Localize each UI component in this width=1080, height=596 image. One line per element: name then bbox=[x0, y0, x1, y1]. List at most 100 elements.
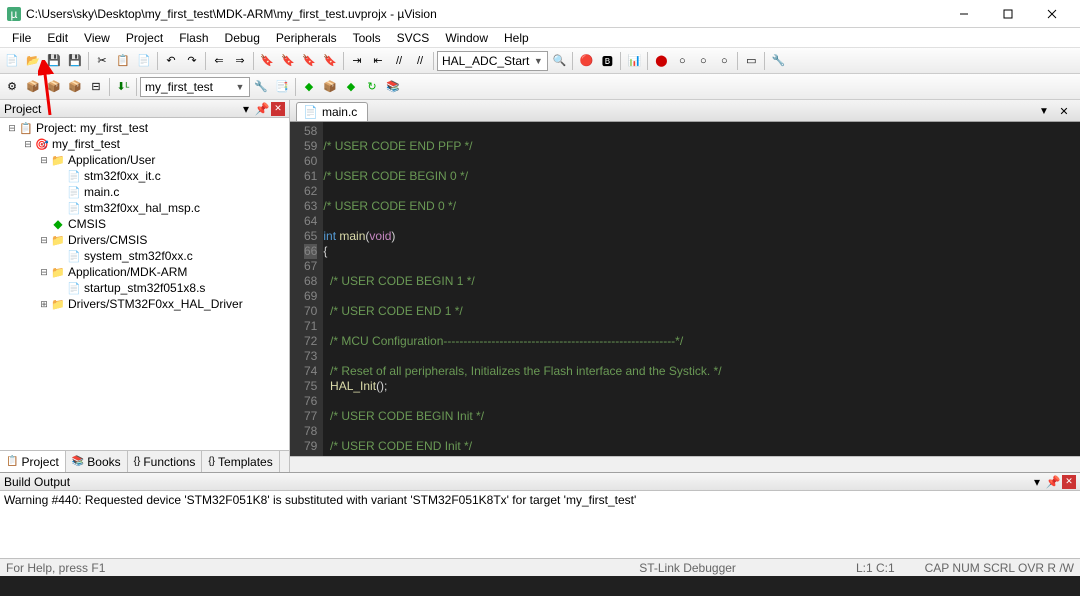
horizontal-scrollbar[interactable] bbox=[290, 456, 1080, 472]
menu-flash[interactable]: Flash bbox=[171, 29, 216, 47]
build-icon[interactable]: 📦 bbox=[23, 77, 43, 97]
menu-window[interactable]: Window bbox=[437, 29, 496, 47]
panel-pin-icon[interactable]: 📌 bbox=[255, 102, 269, 116]
editor-tab-label: main.c bbox=[322, 105, 357, 119]
cut-icon[interactable]: ✂ bbox=[92, 51, 112, 71]
bookmark-clear-icon[interactable]: 🔖 bbox=[320, 51, 340, 71]
open-file-icon[interactable]: 📂 bbox=[23, 51, 43, 71]
menu-peripherals[interactable]: Peripherals bbox=[268, 29, 345, 47]
tree-group[interactable]: ⊞📁Drivers/STM32F0xx_HAL_Driver bbox=[0, 296, 289, 312]
svg-text:µ: µ bbox=[11, 7, 18, 21]
target-combo[interactable]: my_first_test ▼ bbox=[140, 77, 250, 97]
tree-file[interactable]: 📄startup_stm32f051x8.s bbox=[0, 280, 289, 296]
build-output-title: Build Output bbox=[4, 475, 70, 489]
refresh-icon[interactable]: ↻ bbox=[362, 77, 382, 97]
translate-icon[interactable]: ⚙ bbox=[2, 77, 22, 97]
app-icon: µ bbox=[6, 6, 22, 22]
taskbar bbox=[0, 576, 1080, 596]
code-editor[interactable]: 5859606162636465666768697071727374757677… bbox=[290, 122, 1080, 456]
target-options-icon[interactable]: 🔧 bbox=[251, 77, 271, 97]
bottom-tab-templates[interactable]: {}Templates bbox=[202, 451, 279, 472]
download-icon[interactable]: ⬇ᴸ bbox=[113, 77, 133, 97]
find-icon[interactable]: 🔍 bbox=[549, 51, 569, 71]
stop-build-icon[interactable]: ⊟ bbox=[86, 77, 106, 97]
editor-tab-mainc[interactable]: 📄 main.c bbox=[296, 102, 368, 121]
editor-menu-icon[interactable]: ▼ bbox=[1034, 101, 1054, 121]
menu-help[interactable]: Help bbox=[496, 29, 537, 47]
copy-icon[interactable]: 📋 bbox=[113, 51, 133, 71]
save-all-icon[interactable]: 💾 bbox=[65, 51, 85, 71]
maximize-button[interactable] bbox=[986, 0, 1030, 28]
tree-file[interactable]: 📄stm32f0xx_it.c bbox=[0, 168, 289, 184]
debug-icon[interactable]: 🔴 bbox=[576, 51, 596, 71]
tree-group[interactable]: ⊟📁Drivers/CMSIS bbox=[0, 232, 289, 248]
bookmark-next-icon[interactable]: 🔖 bbox=[299, 51, 319, 71]
nav-fwd-icon[interactable]: ⇒ bbox=[230, 51, 250, 71]
nav-back-icon[interactable]: ⇐ bbox=[209, 51, 229, 71]
menu-project[interactable]: Project bbox=[118, 29, 171, 47]
tree-project-root[interactable]: ⊟📋Project: my_first_test bbox=[0, 120, 289, 136]
new-file-icon[interactable]: 📄 bbox=[2, 51, 22, 71]
toolbar-main: 📄 📂 💾 💾 ✂ 📋 📄 ↶ ↷ ⇐ ⇒ 🔖 🔖 🔖 🔖 ⇥ ⇤ // // … bbox=[0, 48, 1080, 74]
config-icon[interactable]: 🔧 bbox=[768, 51, 788, 71]
build-output-panel: Build Output ▾ 📌 ✕ Warning #440: Request… bbox=[0, 472, 1080, 551]
editor-close-icon[interactable]: ✕ bbox=[1054, 101, 1074, 121]
tree-target[interactable]: ⊟🎯my_first_test bbox=[0, 136, 289, 152]
menu-tools[interactable]: Tools bbox=[345, 29, 389, 47]
stop-record-icon[interactable]: ○ bbox=[672, 51, 692, 71]
tree-file[interactable]: 📄system_stm32f0xx.c bbox=[0, 248, 289, 264]
select-pack-icon[interactable]: 📦 bbox=[320, 77, 340, 97]
bookmark-icon[interactable]: 🔖 bbox=[257, 51, 277, 71]
editor-area: 📄 main.c ▼ ✕ 585960616263646566676869707… bbox=[290, 100, 1080, 472]
code-body[interactable]: /* USER CODE END PFP *//* USER CODE BEGI… bbox=[323, 122, 1080, 456]
panel-dropdown-icon[interactable]: ▾ bbox=[239, 102, 253, 116]
menu-file[interactable]: File bbox=[4, 29, 39, 47]
tree-file[interactable]: 📄stm32f0xx_hal_msp.c bbox=[0, 200, 289, 216]
status-help: For Help, press F1 bbox=[6, 561, 105, 575]
rebuild-icon[interactable]: 📦 bbox=[44, 77, 64, 97]
breakpoint-icon[interactable]: 🅱 bbox=[597, 51, 617, 71]
build-output-body[interactable]: Warning #440: Requested device 'STM32F05… bbox=[0, 491, 1080, 551]
outdent-icon[interactable]: ⇤ bbox=[368, 51, 388, 71]
tree-group[interactable]: ◆CMSIS bbox=[0, 216, 289, 232]
bottom-tab-books[interactable]: 📚Books bbox=[66, 451, 128, 472]
play-icon[interactable]: ○ bbox=[693, 51, 713, 71]
panel-close-icon[interactable]: ✕ bbox=[1062, 475, 1076, 489]
status-flags: CAP NUM SCRL OVR R /W bbox=[925, 561, 1074, 575]
menu-view[interactable]: View bbox=[76, 29, 118, 47]
window-icon[interactable]: ▭ bbox=[741, 51, 761, 71]
minimize-button[interactable] bbox=[942, 0, 986, 28]
project-tree[interactable]: ⊟📋Project: my_first_test⊟🎯my_first_test⊟… bbox=[0, 118, 289, 450]
line-gutter: 5859606162636465666768697071727374757677… bbox=[290, 122, 323, 456]
books-icon[interactable]: 📚 bbox=[383, 77, 403, 97]
uncomment-icon[interactable]: // bbox=[410, 51, 430, 71]
editor-tabs: 📄 main.c ▼ ✕ bbox=[290, 100, 1080, 122]
find-combo[interactable]: HAL_ADC_Start ▼ bbox=[437, 51, 548, 71]
analyze-icon[interactable]: 📊 bbox=[624, 51, 644, 71]
menu-debug[interactable]: Debug bbox=[217, 29, 268, 47]
menu-svcs[interactable]: SVCS bbox=[389, 29, 438, 47]
close-button[interactable] bbox=[1030, 0, 1074, 28]
panel-pin-icon[interactable]: 📌 bbox=[1046, 475, 1060, 489]
panel-dropdown-icon[interactable]: ▾ bbox=[1030, 475, 1044, 489]
paste-icon[interactable]: 📄 bbox=[134, 51, 154, 71]
undo-icon[interactable]: ↶ bbox=[161, 51, 181, 71]
bookmark-prev-icon[interactable]: 🔖 bbox=[278, 51, 298, 71]
tree-group[interactable]: ⊟📁Application/MDK-ARM bbox=[0, 264, 289, 280]
save-icon[interactable]: 💾 bbox=[44, 51, 64, 71]
manage-rte-icon[interactable]: ◆ bbox=[299, 77, 319, 97]
redo-icon[interactable]: ↷ bbox=[182, 51, 202, 71]
menu-edit[interactable]: Edit bbox=[39, 29, 76, 47]
manage-icon[interactable]: 📑 bbox=[272, 77, 292, 97]
tree-group[interactable]: ⊟📁Application/User bbox=[0, 152, 289, 168]
panel-close-icon[interactable]: ✕ bbox=[271, 102, 285, 116]
batch-build-icon[interactable]: 📦 bbox=[65, 77, 85, 97]
bottom-tab-project[interactable]: 📋Project bbox=[0, 451, 66, 472]
comment-icon[interactable]: // bbox=[389, 51, 409, 71]
pause-icon[interactable]: ○ bbox=[714, 51, 734, 71]
pack-install-icon[interactable]: ◆ bbox=[341, 77, 361, 97]
indent-icon[interactable]: ⇥ bbox=[347, 51, 367, 71]
bottom-tab-functions[interactable]: {}Functions bbox=[128, 451, 203, 472]
record-icon[interactable]: ⬤ bbox=[651, 51, 671, 71]
tree-file[interactable]: 📄main.c bbox=[0, 184, 289, 200]
